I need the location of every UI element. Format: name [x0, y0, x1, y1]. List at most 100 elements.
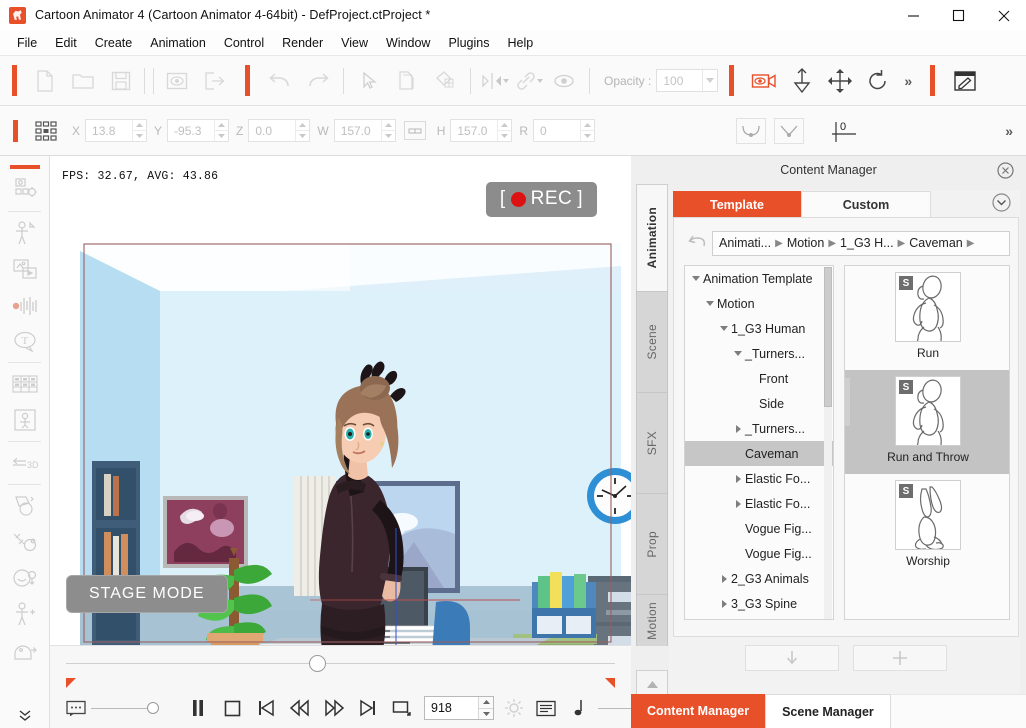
menu-help[interactable]: Help: [498, 33, 542, 53]
eye-icon[interactable]: [545, 64, 583, 98]
head-turn-icon[interactable]: [0, 632, 49, 668]
vtab-motion[interactable]: Motion: [636, 594, 668, 646]
timeline-icon[interactable]: [532, 694, 560, 722]
menu-control[interactable]: Control: [215, 33, 273, 53]
caption-icon[interactable]: [62, 694, 90, 722]
menu-animation[interactable]: Animation: [141, 33, 215, 53]
select-arrow-icon[interactable]: [350, 64, 388, 98]
breadcrumb[interactable]: Animati... ▶ Motion ▶ 1_G3 H... ▶ Cavema…: [712, 230, 1010, 256]
tree-item-vogue-2[interactable]: Vogue Fig...: [685, 541, 833, 566]
rotation-field[interactable]: 0: [533, 119, 596, 142]
brightness-icon[interactable]: [500, 694, 528, 722]
twisty-down-icon[interactable]: [731, 351, 745, 356]
thumbnail-item-run[interactable]: S Run: [845, 266, 1009, 370]
twisty-right-icon[interactable]: [731, 424, 745, 433]
menu-create[interactable]: Create: [86, 33, 142, 53]
tree-item-g3-spine[interactable]: 3_G3 Spine: [685, 591, 833, 616]
new-document-icon[interactable]: [26, 64, 64, 98]
twisty-right-icon[interactable]: [717, 599, 731, 608]
x-stepper[interactable]: [132, 120, 147, 141]
motion-puppet-icon[interactable]: [0, 215, 49, 251]
duplicate-icon[interactable]: [388, 64, 426, 98]
tree-item-turners-1[interactable]: _Turners...: [685, 341, 833, 366]
z-stepper[interactable]: [295, 120, 310, 141]
sprite-editor-icon[interactable]: [0, 251, 49, 287]
tree-item-caveman[interactable]: Caveman: [685, 441, 833, 466]
close-button[interactable]: [981, 0, 1026, 31]
text-bubble-icon[interactable]: T: [0, 323, 49, 359]
opacity-input[interactable]: 100: [656, 69, 719, 92]
vtab-prop[interactable]: Prop: [636, 493, 668, 594]
width-field[interactable]: 157.0: [333, 119, 396, 142]
step-forward-icon[interactable]: [320, 694, 348, 722]
undo-icon[interactable]: [261, 64, 299, 98]
menu-plugins[interactable]: Plugins: [439, 33, 498, 53]
twisty-down-icon[interactable]: [703, 301, 717, 306]
audio-waveform-icon[interactable]: [0, 287, 49, 323]
breadcrumb-item-2[interactable]: 1_G3 H...: [840, 236, 894, 250]
move-icon[interactable]: [821, 64, 859, 98]
breadcrumb-item-3[interactable]: Caveman: [909, 236, 963, 250]
twisty-down-icon[interactable]: [689, 276, 703, 281]
height-stepper[interactable]: [497, 120, 512, 141]
pause-icon[interactable]: [184, 694, 212, 722]
twisty-right-icon[interactable]: [717, 574, 731, 583]
jump-start-icon[interactable]: [252, 694, 280, 722]
stage-viewport[interactable]: FPS: 32.67, AVG: 43.86 [ REC ] STAGE MOD…: [50, 156, 631, 645]
x-field[interactable]: 13.8: [85, 119, 148, 142]
frame-number-input[interactable]: 918: [424, 696, 494, 720]
preview-icon[interactable]: [158, 64, 196, 98]
tab-template[interactable]: Template: [673, 191, 801, 218]
face-puppet-icon[interactable]: [0, 524, 49, 560]
thumbnail-grid[interactable]: S Run S Run and Throw S Worship: [844, 265, 1010, 620]
caption-volume-handle[interactable]: [147, 701, 159, 714]
tree-item-animation-template[interactable]: Animation Template: [685, 266, 833, 291]
toolbar-overflow-button[interactable]: »: [897, 73, 919, 89]
curve-v-icon[interactable]: [773, 117, 804, 144]
caption-volume-slider[interactable]: [91, 701, 159, 714]
link-dropdown-caret-icon[interactable]: [537, 78, 543, 83]
sprite-sheet-icon[interactable]: [0, 366, 49, 402]
grid-scrollbar-thumb[interactable]: [845, 378, 850, 426]
fill-color-icon[interactable]: [426, 64, 464, 98]
tab-custom[interactable]: Custom: [801, 191, 931, 218]
scene-manager-icon[interactable]: [0, 402, 49, 438]
redo-icon[interactable]: [299, 64, 337, 98]
edit-panel-icon[interactable]: [946, 64, 984, 98]
tree-item-front[interactable]: Front: [685, 366, 833, 391]
save-icon[interactable]: [102, 64, 140, 98]
y-stepper[interactable]: [214, 120, 229, 141]
frame-stepper[interactable]: [478, 697, 493, 719]
close-circle-icon[interactable]: [997, 162, 1014, 182]
height-field[interactable]: 157.0: [450, 119, 513, 142]
minimize-button[interactable]: [891, 0, 936, 31]
audio-note-icon[interactable]: [564, 694, 592, 722]
download-button[interactable]: [745, 645, 839, 671]
thumbnail-item-run-and-throw[interactable]: S Run and Throw: [845, 370, 1009, 474]
export-icon[interactable]: [196, 64, 234, 98]
transform-layer-icon[interactable]: [0, 488, 49, 524]
tree-item-elastic-2[interactable]: Elastic Fo...: [685, 491, 833, 516]
rotate-icon[interactable]: [859, 64, 897, 98]
twisty-down-icon[interactable]: [717, 326, 731, 331]
face-key-icon[interactable]: [0, 560, 49, 596]
curve-down-icon[interactable]: [735, 117, 766, 144]
link-wh-icon[interactable]: [403, 121, 426, 140]
vtab-sfx[interactable]: SFX: [636, 392, 668, 493]
category-tree[interactable]: Animation Template Motion 1_G3 Human _Tu…: [684, 265, 834, 620]
tree-item-turners-2[interactable]: _Turners...: [685, 416, 833, 441]
tree-item-g3-animals[interactable]: 2_G3 Animals: [685, 566, 833, 591]
tree-item-vogue-1[interactable]: Vogue Fig...: [685, 516, 833, 541]
tree-item-g3-human[interactable]: 1_G3 Human: [685, 316, 833, 341]
breadcrumb-item-0[interactable]: Animati...: [719, 236, 771, 250]
tab-scene-manager[interactable]: Scene Manager: [765, 694, 891, 728]
y-field[interactable]: -95.3: [167, 119, 230, 142]
breadcrumb-item-1[interactable]: Motion: [787, 236, 825, 250]
range-start-marker-icon[interactable]: [66, 678, 76, 688]
step-back-icon[interactable]: [286, 694, 314, 722]
3d-motion-icon[interactable]: 3D: [0, 445, 49, 481]
z-field[interactable]: 0.0: [248, 119, 311, 142]
thumbnail-item-worship[interactable]: S Worship: [845, 474, 1009, 578]
jump-end-icon[interactable]: [354, 694, 382, 722]
menu-view[interactable]: View: [332, 33, 377, 53]
